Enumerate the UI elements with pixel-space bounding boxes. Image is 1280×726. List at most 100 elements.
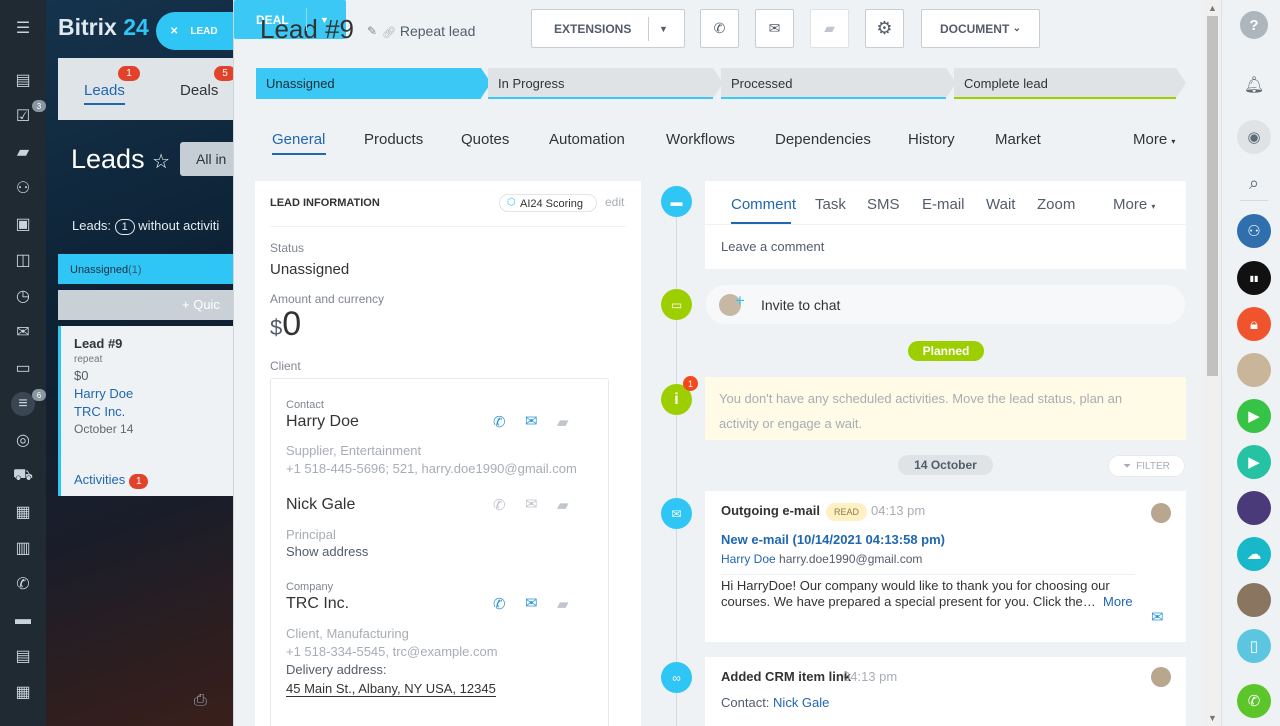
email-button[interactable]: ✉ — [755, 9, 794, 48]
more-link[interactable]: More — [1103, 594, 1133, 609]
chat-button[interactable]: ▰ — [810, 9, 849, 48]
chevron-down-icon[interactable]: ▼ — [659, 24, 668, 34]
tab-wait[interactable]: Wait — [986, 196, 1015, 213]
device-icon[interactable]: ▯ — [1237, 629, 1271, 663]
email-subject[interactable]: New e-mail (10/14/2021 04:13:58 pm) — [721, 532, 945, 547]
chat-icon[interactable]: ▰ — [557, 496, 569, 514]
mail-icon[interactable]: ✉ — [11, 320, 35, 344]
close-slider-button[interactable]: ✕ LEAD — [156, 12, 234, 50]
tab-comment[interactable]: Comment — [731, 196, 796, 213]
groups-icon[interactable]: ⚇ — [11, 176, 35, 200]
tab-products[interactable]: Products — [364, 131, 423, 148]
video-icon[interactable]: ◫ — [11, 248, 35, 272]
contact-name[interactable]: Nick Gale — [286, 496, 355, 514]
extensions-button[interactable]: EXTENSIONS ▼ — [531, 9, 685, 48]
document-icon[interactable]: ▤ — [11, 644, 35, 668]
scrollbar[interactable]: ▲ ▼ — [1203, 0, 1222, 726]
schedule-icon[interactable]: ▦ — [11, 680, 35, 704]
tab-leads[interactable]: Leads — [84, 82, 125, 105]
comment-input[interactable]: Leave a comment — [721, 239, 824, 254]
cart-icon[interactable]: ⛟ — [11, 464, 35, 488]
phone-icon[interactable]: ✆ — [493, 413, 506, 431]
tab-quotes[interactable]: Quotes — [461, 131, 509, 148]
help-icon[interactable]: ? — [1240, 11, 1268, 39]
calendar-icon[interactable]: ▭ — [11, 356, 35, 380]
tab-general[interactable]: General — [272, 131, 325, 148]
group-chat-icon[interactable]: ⚇ — [1237, 214, 1271, 248]
tab-more[interactable]: More ▾ — [1113, 196, 1155, 213]
chat-icon[interactable]: ▰ — [557, 595, 569, 613]
envelope-icon[interactable]: ✉ — [525, 412, 538, 430]
contact-card-icon[interactable]: ▣ — [11, 212, 35, 236]
show-address-link[interactable]: Show address — [286, 544, 368, 559]
tab-more[interactable]: More ▾ — [1133, 131, 1175, 148]
chat-list-icon[interactable]: ◉ — [1237, 120, 1271, 154]
storage-icon[interactable]: ▬ — [11, 608, 35, 632]
tab-email[interactable]: E-mail — [922, 196, 965, 213]
search-icon[interactable]: ⌕ — [1237, 166, 1271, 200]
contact-name[interactable]: Harry Doe — [286, 413, 359, 431]
company-name[interactable]: TRC Inc. — [286, 595, 349, 613]
call-button[interactable]: ✆ — [700, 9, 739, 48]
phone-icon[interactable]: ✆ — [1237, 684, 1271, 718]
chat-icon[interactable]: ▰ — [11, 140, 35, 164]
filter-button[interactable]: ⏷ FILTER — [1108, 455, 1185, 477]
tab-zoom[interactable]: Zoom — [1037, 196, 1075, 213]
edit-link[interactable]: edit — [605, 195, 624, 209]
quick-add-button[interactable]: + Quic — [58, 290, 236, 320]
ai-scoring-button[interactable]: ⬡ AI24 Scoring — [499, 194, 597, 212]
phone-icon[interactable]: ✆ — [11, 572, 35, 596]
chat-icon[interactable]: ▰ — [557, 413, 569, 431]
tab-automation[interactable]: Automation — [549, 131, 625, 148]
target-icon[interactable]: ◎ — [11, 428, 35, 452]
feed-icon[interactable]: ▤ — [11, 68, 35, 92]
workgroup-avatar[interactable]: ▮▮ — [1237, 261, 1271, 295]
cloud-icon[interactable]: ☁ — [1237, 537, 1271, 571]
lock-icon[interactable]: 🔒︎ — [1237, 307, 1271, 341]
clock-icon[interactable]: ◷ — [11, 284, 35, 308]
filter-input[interactable]: All in — [180, 142, 236, 176]
document-button[interactable]: DOCUMENT ⌄ — [921, 9, 1040, 48]
kanban-card[interactable]: Lead #9 repeat $0 Harry Doe TRC Inc. Oct… — [58, 326, 236, 496]
reply-icon[interactable]: ✉ — [1151, 608, 1164, 626]
tab-deals[interactable]: Deals — [180, 82, 218, 99]
card-contact[interactable]: Harry Doe — [74, 386, 236, 401]
card-company[interactable]: TRC Inc. — [74, 404, 236, 419]
menu-icon[interactable]: ☰ — [11, 16, 35, 40]
card-title[interactable]: Lead #9 — [74, 336, 236, 351]
company-type: Client, Manufacturing — [286, 626, 409, 641]
video-call-icon[interactable]: ▶ — [1237, 445, 1271, 479]
envelope-icon[interactable]: ✉ — [525, 495, 538, 513]
gear-icon: ⚙ — [876, 18, 893, 38]
video-call-icon[interactable]: ▶ — [1237, 399, 1271, 433]
phone-icon[interactable]: ✆ — [493, 595, 506, 613]
chevron-down-icon[interactable]: ▼ — [320, 15, 329, 25]
tab-sms[interactable]: SMS — [867, 196, 900, 213]
tab-dependencies[interactable]: Dependencies — [775, 131, 871, 148]
stage-in-progress[interactable]: In Progress — [488, 68, 723, 99]
inventory-icon[interactable]: ▥ — [11, 536, 35, 560]
tab-workflows[interactable]: Workflows — [666, 131, 735, 148]
card-activities[interactable]: Activities 1 — [74, 472, 149, 489]
settings-button[interactable]: ⚙ — [865, 9, 904, 48]
tab-history[interactable]: History — [908, 131, 955, 148]
lead-header: Lead #9 ✎ 🔗︎ Repeat lead EXTENSIONS ▼ ✆ ✉… — [234, 0, 1221, 48]
avatar — [1151, 667, 1171, 687]
avatar[interactable] — [1237, 583, 1271, 617]
avatar[interactable] — [1237, 353, 1271, 387]
star-icon[interactable]: ☆ — [152, 151, 170, 173]
bell-icon[interactable]: 🔔︎ — [1237, 68, 1271, 102]
stage-processed[interactable]: Processed — [721, 68, 956, 99]
stage-unassigned[interactable]: Unassigned — [256, 68, 491, 99]
avatar[interactable] — [1237, 491, 1271, 525]
apps-grid-icon[interactable]: ▦ — [11, 500, 35, 524]
scrollbar-thumb[interactable] — [1207, 16, 1218, 376]
print-icon[interactable]: ⎙ — [194, 692, 207, 710]
invite-to-chat-button[interactable]: + Invite to chat — [705, 284, 1186, 325]
tab-task[interactable]: Task — [815, 196, 846, 213]
envelope-icon[interactable]: ✉ — [525, 594, 538, 612]
edit-title-icon[interactable]: ✎ — [367, 24, 377, 38]
phone-icon[interactable]: ✆ — [493, 496, 506, 514]
stage-complete-lead[interactable]: Complete lead — [954, 68, 1186, 99]
tab-market[interactable]: Market — [995, 131, 1041, 148]
